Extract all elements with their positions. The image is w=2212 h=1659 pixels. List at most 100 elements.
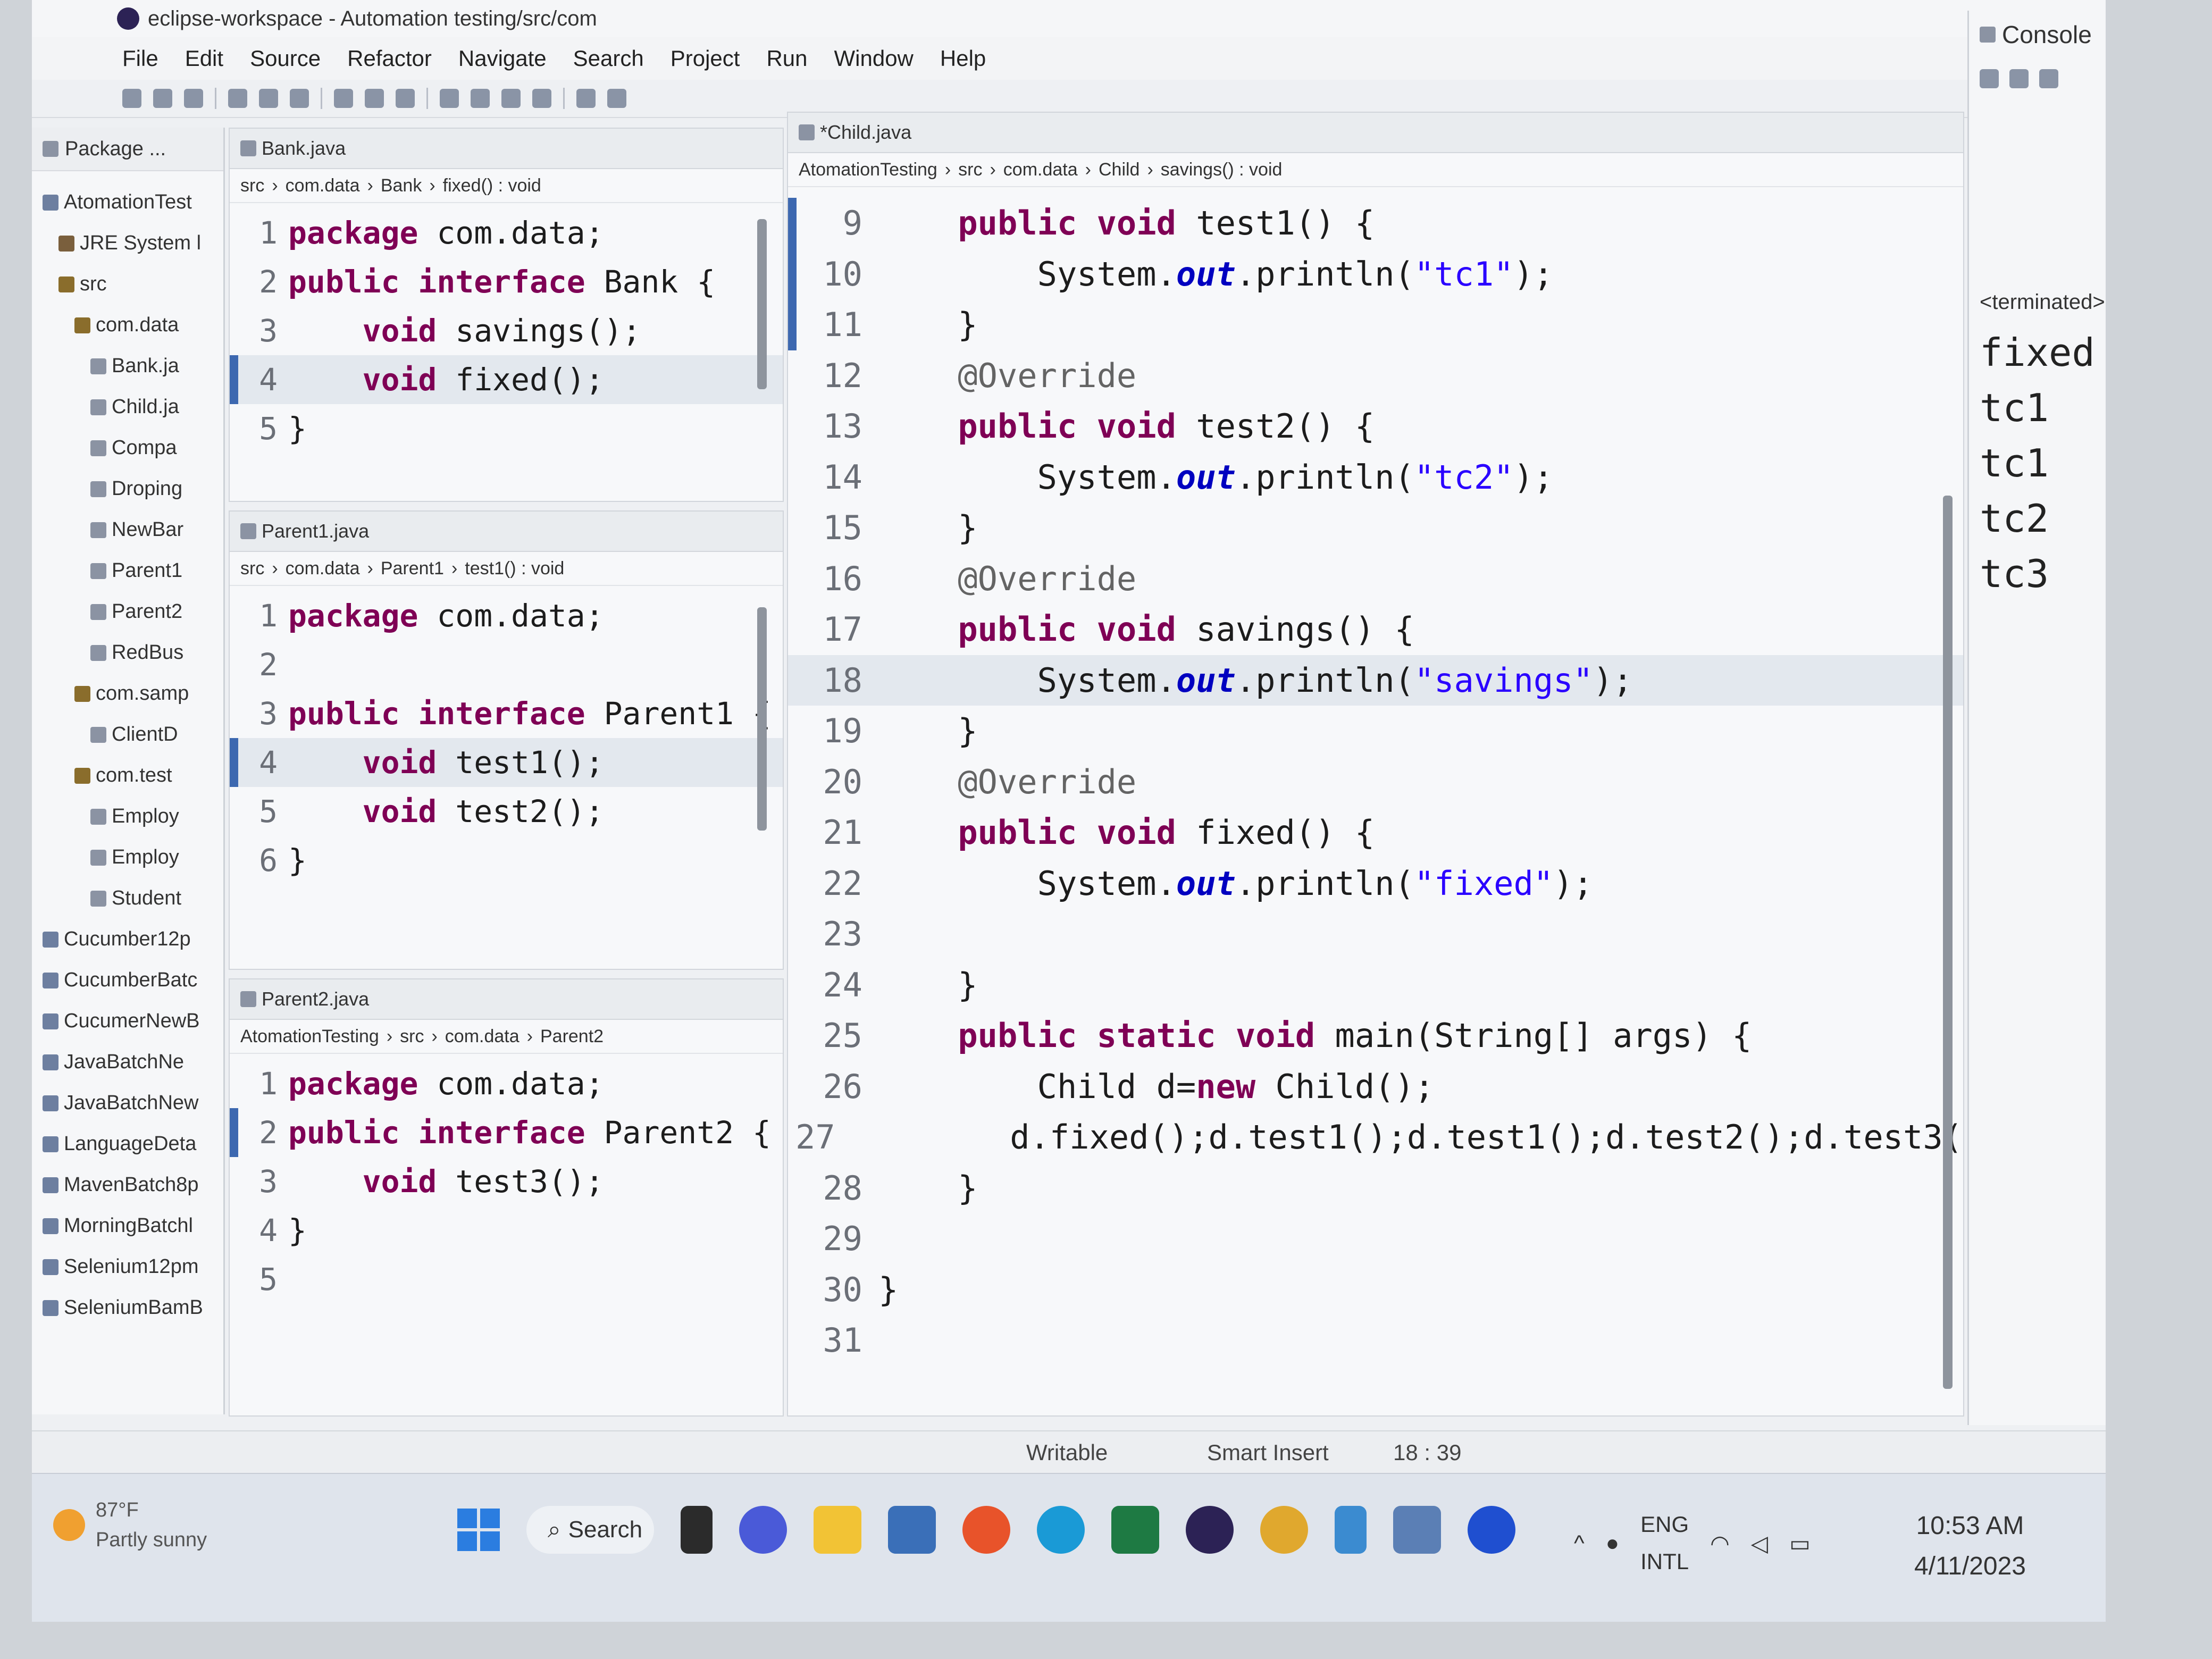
bank-code-area[interactable]: 1 package com.data; 2 public interface Bank… (230, 203, 783, 453)
breadcrumb-item[interactable]: src (400, 1026, 424, 1047)
microphone-icon[interactable]: ● (1606, 1530, 1619, 1556)
bank-editor-tab[interactable]: Bank.java (230, 129, 783, 169)
taskbar-clock[interactable]: 10:53 AM 4/11/2023 (1914, 1506, 2026, 1587)
annotation-next-icon[interactable] (501, 89, 521, 108)
forward-icon[interactable] (607, 89, 626, 108)
parent1-editor-tab[interactable]: Parent1.java (230, 512, 783, 552)
tree-item[interactable]: ClientD (32, 714, 223, 755)
parent2-editor-tab[interactable]: Parent2.java (230, 979, 783, 1020)
breadcrumb-item[interactable]: AtomationTesting (240, 1026, 379, 1047)
tree-item[interactable]: SeleniumBamB (32, 1287, 223, 1328)
open-type-icon[interactable] (440, 89, 459, 108)
menu-navigate[interactable]: Navigate (458, 46, 547, 71)
menu-search[interactable]: Search (573, 46, 644, 71)
chrome-icon[interactable] (1260, 1506, 1308, 1554)
menu-file[interactable]: File (122, 46, 158, 71)
tree-item[interactable]: MorningBatchl (32, 1205, 223, 1246)
menu-edit[interactable]: Edit (185, 46, 223, 71)
tree-item[interactable]: CucumerNewB (32, 1001, 223, 1042)
back-icon[interactable] (576, 89, 596, 108)
store-icon[interactable] (888, 1506, 936, 1554)
tree-item[interactable]: Selenium12pm (32, 1246, 223, 1287)
debug-icon[interactable] (228, 89, 247, 108)
weather-widget[interactable]: 87°F Partly sunny (53, 1495, 207, 1555)
breadcrumb-item[interactable]: AtomationTesting (799, 160, 937, 180)
menu-help[interactable]: Help (940, 46, 986, 71)
edge-icon[interactable] (1037, 1506, 1085, 1554)
breadcrumb-item[interactable]: Parent2 (540, 1026, 604, 1047)
child-scrollbar[interactable] (1943, 496, 1953, 1389)
breadcrumb-item[interactable]: Bank (381, 175, 422, 196)
parent2-code-area[interactable]: 1 package com.data; 2 public interface Pare… (230, 1054, 783, 1304)
tree-item[interactable]: Employ (32, 796, 223, 837)
tree-item[interactable]: Employ (32, 837, 223, 878)
bank-scrollbar[interactable] (757, 219, 767, 389)
wifi-icon[interactable]: ◠ (1710, 1530, 1730, 1556)
breadcrumb-item[interactable]: fixed() : void (443, 175, 541, 196)
menu-window[interactable]: Window (834, 46, 914, 71)
tree-item[interactable]: AtomationTest (32, 182, 223, 223)
tree-item[interactable]: RedBus (32, 632, 223, 673)
firefox-icon[interactable] (962, 1506, 1010, 1554)
search-icon[interactable] (471, 89, 490, 108)
tree-item[interactable]: Parent2 (32, 591, 223, 632)
breadcrumb-item[interactable]: Child (1099, 160, 1139, 180)
external-tools-icon[interactable] (290, 89, 309, 108)
teams-chat-icon[interactable] (739, 1506, 787, 1554)
file-explorer-icon[interactable] (814, 1506, 861, 1554)
console-tab[interactable]: Console (1969, 11, 2106, 58)
new-icon[interactable] (122, 89, 141, 108)
breadcrumb-item[interactable]: src (240, 175, 264, 196)
annotation-prev-icon[interactable] (532, 89, 551, 108)
new-java-project-icon[interactable] (334, 89, 353, 108)
new-class-icon[interactable] (396, 89, 415, 108)
eclipse-taskbar-icon[interactable] (1186, 1506, 1234, 1554)
tree-item[interactable]: JRE System l (32, 223, 223, 264)
breadcrumb-item[interactable]: Parent1 (381, 558, 444, 579)
task-view-icon[interactable] (681, 1506, 713, 1554)
print-icon[interactable] (184, 89, 203, 108)
breadcrumb-item[interactable]: savings() : void (1161, 160, 1283, 180)
child-editor-tab[interactable]: *Child.java (788, 113, 1963, 153)
menu-source[interactable]: Source (250, 46, 321, 71)
tree-item[interactable]: com.test (32, 755, 223, 796)
start-icon[interactable] (457, 1509, 500, 1551)
breadcrumb-item[interactable]: com.data (286, 175, 360, 196)
parent1-scrollbar[interactable] (757, 607, 767, 831)
tree-item[interactable]: LanguageDeta (32, 1124, 223, 1164)
parent1-code-area[interactable]: 1 package com.data; 2 3 public interface Par… (230, 586, 783, 885)
scroll-lock-icon[interactable] (2039, 69, 2058, 88)
tree-item[interactable]: Droping (32, 468, 223, 509)
package-explorer-tab[interactable]: Package ... (32, 128, 223, 171)
tree-item[interactable]: JavaBatchNew (32, 1083, 223, 1124)
menu-run[interactable]: Run (766, 46, 807, 71)
tree-item[interactable]: src (32, 264, 223, 305)
menu-project[interactable]: Project (671, 46, 740, 71)
notepad-icon[interactable] (1335, 1506, 1367, 1554)
tree-item[interactable]: Cucumber12p (32, 919, 223, 960)
new-package-icon[interactable] (365, 89, 384, 108)
tree-item[interactable]: NewBar (32, 509, 223, 550)
taskbar-search-button[interactable]: ⌕ Search (526, 1506, 654, 1554)
breadcrumb-item[interactable]: com.data (1003, 160, 1078, 180)
chevron-up-icon[interactable]: ^ (1574, 1530, 1585, 1556)
tree-item[interactable]: com.data (32, 305, 223, 346)
tree-item[interactable]: MavenBatch8p (32, 1164, 223, 1205)
tree-item[interactable]: com.samp (32, 673, 223, 714)
menu-refactor[interactable]: Refactor (347, 46, 432, 71)
tree-item[interactable]: Parent1 (32, 550, 223, 591)
tree-item[interactable]: Compa (32, 428, 223, 468)
tree-item[interactable]: Child.ja (32, 387, 223, 428)
tree-item[interactable]: JavaBatchNe (32, 1042, 223, 1083)
remove-launch-icon[interactable] (2009, 69, 2029, 88)
breadcrumb-item[interactable]: com.data (286, 558, 360, 579)
breadcrumb-item[interactable]: src (958, 160, 982, 180)
save-icon[interactable] (153, 89, 172, 108)
tree-item[interactable]: CucumberBatc (32, 960, 223, 1001)
run-icon[interactable] (259, 89, 278, 108)
tree-item[interactable]: Bank.ja (32, 346, 223, 387)
breadcrumb-item[interactable]: src (240, 558, 264, 579)
zoom-icon[interactable] (1468, 1506, 1515, 1554)
breadcrumb-item[interactable]: com.data (445, 1026, 520, 1047)
breadcrumb-item[interactable]: test1() : void (465, 558, 564, 579)
